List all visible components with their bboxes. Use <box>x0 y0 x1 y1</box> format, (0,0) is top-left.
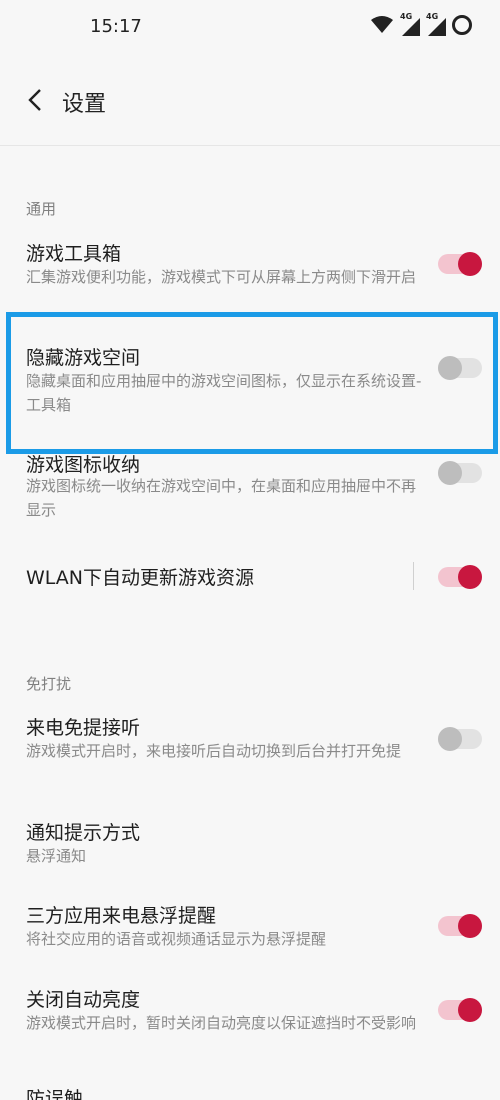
setting-wlan-auto-update[interactable]: WLAN下自动更新游戏资源 <box>0 560 500 594</box>
setting-desc: 悬浮通知 <box>26 847 87 865</box>
setting-title: 游戏工具箱 <box>26 243 122 265</box>
setting-title: 三方应用来电悬浮提醒 <box>26 905 217 927</box>
setting-title: 防误触 <box>26 1088 84 1100</box>
status-time: 15:17 <box>90 16 142 37</box>
toggle-switch[interactable] <box>438 461 482 485</box>
setting-title: 隐藏游戏空间 <box>26 347 141 369</box>
status-bar: 15:17 4G 4G <box>0 0 500 56</box>
toggle-switch[interactable] <box>438 356 482 380</box>
setting-call-handsfree[interactable]: 来电免提接听 游戏模式开启时，来电接听后自动切换到后台并打开免提 <box>0 710 500 786</box>
setting-auto-brightness[interactable]: 关闭自动亮度 游戏模式开启时，暂时关闭自动亮度以保证遮挡时不受影响 <box>0 982 500 1058</box>
setting-desc: 将社交应用的语音或视频通话显示为悬浮提醒 <box>26 930 327 948</box>
signal-icon: 4G <box>426 12 446 36</box>
signal-label: 4G <box>400 12 413 21</box>
status-icons: 4G 4G <box>370 12 472 36</box>
wifi-icon <box>371 16 393 33</box>
setting-title: WLAN下自动更新游戏资源 <box>26 567 255 589</box>
setting-desc: 游戏模式开启时，暂时关闭自动亮度以保证遮挡时不受影响 <box>26 1014 417 1032</box>
setting-title: 通知提示方式 <box>26 822 141 844</box>
setting-title: 关闭自动亮度 <box>26 989 141 1011</box>
page-title: 设置 <box>62 92 107 117</box>
back-arrow-icon[interactable] <box>22 86 50 114</box>
toggle-switch[interactable] <box>438 727 482 751</box>
setting-game-icon-collect[interactable]: 游戏图标收纳 游戏图标统一收纳在游戏空间中，在桌面和应用抽屉中不再显示 <box>0 450 500 526</box>
toggle-switch[interactable] <box>438 998 482 1022</box>
setting-desc: 汇集游戏便利功能，游戏模式下可从屏幕上方两侧下滑开启 <box>26 268 417 286</box>
setting-desc: 隐藏桌面和应用抽屉中的游戏空间图标，仅显示在系统设置-工具箱 <box>26 372 422 414</box>
setting-third-party-call[interactable]: 三方应用来电悬浮提醒 将社交应用的语音或视频通话显示为悬浮提醒 <box>0 898 500 950</box>
signal-label: 4G <box>426 12 439 21</box>
app-header: 设置 <box>0 56 500 146</box>
setting-title: 游戏图标收纳 <box>26 454 141 476</box>
setting-title: 来电免提接听 <box>26 717 141 739</box>
setting-desc: 游戏模式开启时，来电接听后自动切换到后台并打开免提 <box>26 742 402 760</box>
section-label-dnd: 免打扰 <box>26 675 72 693</box>
setting-hide-game-space[interactable]: 隐藏游戏空间 隐藏桌面和应用抽屉中的游戏空间图标，仅显示在系统设置-工具箱 <box>0 340 500 420</box>
signal-icon: 4G <box>400 12 420 36</box>
divider <box>413 562 414 590</box>
setting-game-toolbox[interactable]: 游戏工具箱 汇集游戏便利功能，游戏模式下可从屏幕上方两侧下滑开启 <box>0 236 500 312</box>
toggle-switch[interactable] <box>438 565 482 589</box>
setting-desc: 游戏图标统一收纳在游戏空间中，在桌面和应用抽屉中不再显示 <box>26 477 417 519</box>
setting-anti-touch[interactable]: 防误触 <box>0 1084 500 1100</box>
section-label-general: 通用 <box>26 200 57 218</box>
toggle-switch[interactable] <box>438 252 482 276</box>
toggle-switch[interactable] <box>438 914 482 938</box>
setting-notify-style[interactable]: 通知提示方式 悬浮通知 <box>0 815 500 865</box>
battery-icon <box>452 15 472 35</box>
